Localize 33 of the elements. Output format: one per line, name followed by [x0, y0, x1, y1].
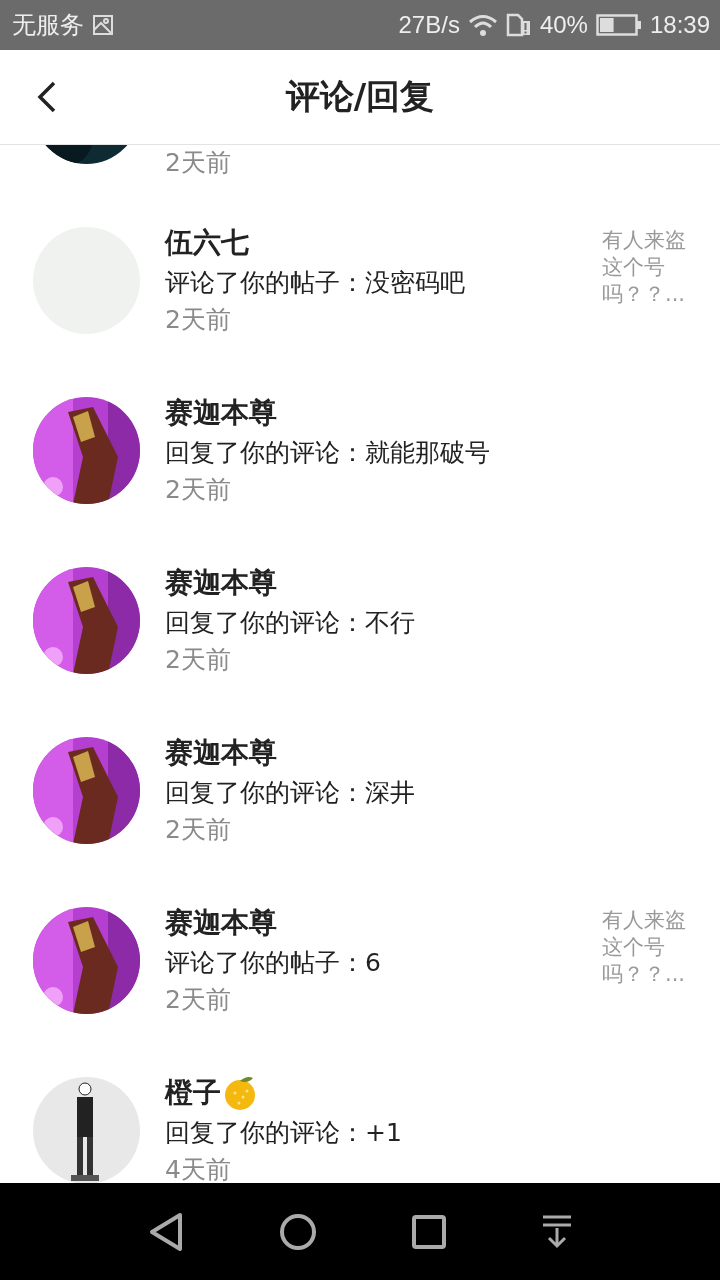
recent-apps-icon[interactable] — [411, 1214, 446, 1249]
network-speed: 27B/s — [398, 11, 460, 39]
notification-text: 回复了你的评论：就能那破号 — [165, 437, 491, 469]
page-title: 评论/回复 — [285, 75, 435, 118]
notification-text: 评论了你的帖子：6 — [165, 947, 382, 979]
battery-icon — [595, 13, 642, 37]
battery-percent: 40% — [539, 11, 588, 39]
clock: 18:39 — [649, 11, 710, 39]
timestamp: 2天前 — [165, 644, 232, 676]
back-icon[interactable] — [36, 80, 58, 114]
sim-alert-icon — [505, 13, 532, 37]
notification-text: 回复了你的评论：不行 — [165, 607, 416, 639]
notification-text: 回复了你的评论：深井 — [165, 777, 416, 809]
carrier-text: 无服务 — [12, 10, 84, 40]
timestamp: 2天前 — [165, 146, 232, 179]
user-name[interactable]: 赛迦本尊 — [165, 904, 277, 942]
back-icon[interactable] — [147, 1211, 184, 1252]
user-name[interactable]: 赛迦本尊 — [165, 394, 277, 432]
timestamp: 2天前 — [165, 304, 232, 336]
user-name[interactable]: 橙子 — [165, 1074, 221, 1112]
user-name[interactable]: 赛迦本尊 — [165, 564, 277, 602]
image-icon — [92, 14, 114, 36]
notification-text: 评论了你的帖子：没密码吧 — [165, 267, 466, 299]
notification-text: 回复了你的评论：+1 — [165, 1117, 403, 1149]
wifi-icon — [467, 13, 498, 37]
timestamp: 4天前 — [165, 1154, 232, 1183]
timestamp: 2天前 — [165, 814, 232, 846]
user-name[interactable]: 赛迦本尊 — [165, 734, 277, 772]
timestamp: 2天前 — [165, 474, 232, 506]
timestamp: 2天前 — [165, 984, 232, 1016]
home-icon[interactable] — [278, 1212, 317, 1251]
user-name[interactable]: 伍六七 — [165, 224, 249, 262]
notification-drawer-icon[interactable] — [540, 1213, 573, 1250]
